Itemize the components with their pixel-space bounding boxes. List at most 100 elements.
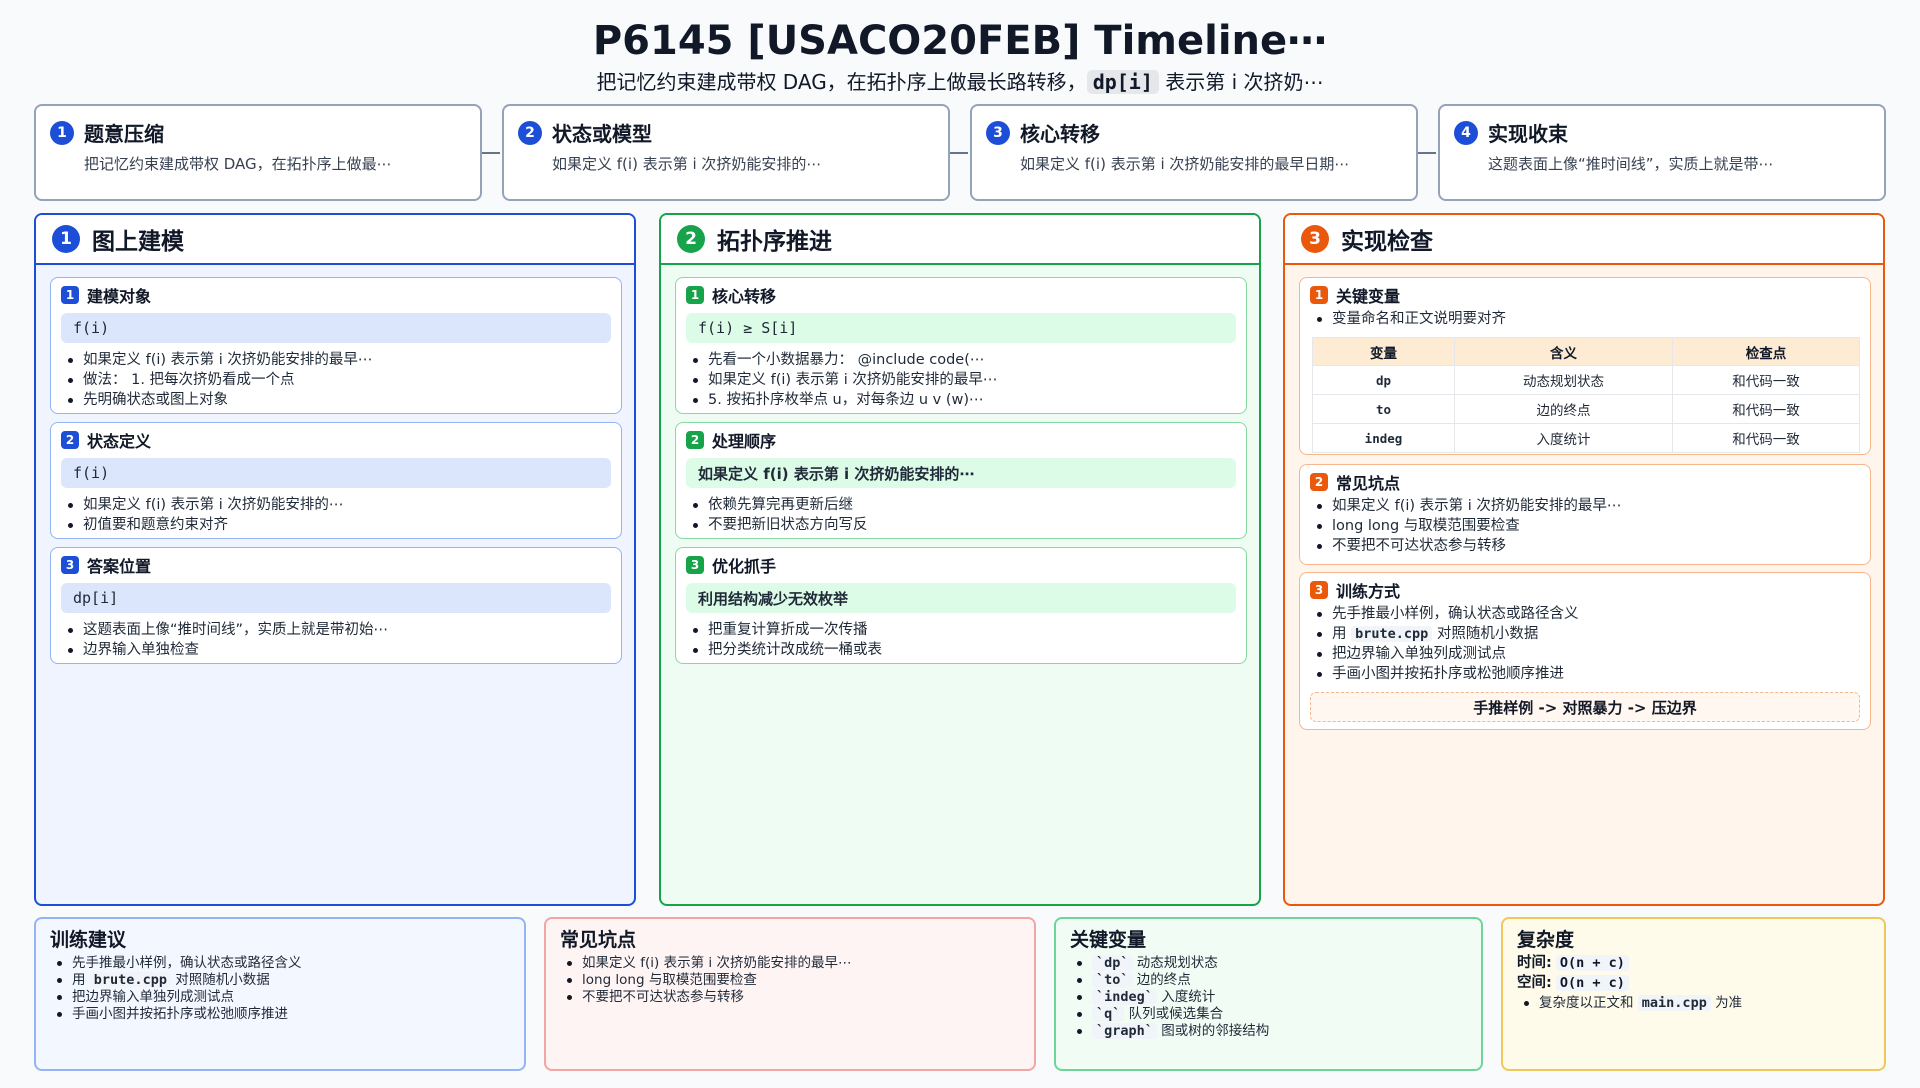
list-item: 用 brute.cpp 对照随机小数据	[1310, 624, 1860, 644]
list-item: 不要把不可达状态参与转移	[1310, 536, 1860, 556]
step-number-badge: 1	[50, 120, 74, 145]
card-number-badge: 3	[61, 556, 79, 574]
list-item: 用 brute.cpp 对照随机小数据	[50, 972, 510, 989]
bullet-list: 先手推最小样例，确认状态或路径含义 用 brute.cpp 对照随机小数据 把边…	[50, 955, 510, 1023]
list-item: 不要把不可达状态参与转移	[560, 989, 1020, 1006]
list-item: 这题表面上像“推时间线”，实质上就是带初始⋯	[61, 620, 611, 640]
list-item: `indeg` 入度统计	[1070, 989, 1467, 1006]
table-cell: 边的终点	[1454, 394, 1673, 424]
column-implementation-check: 3 实现检查 1 关键变量 变量命名和正文说明要对齐 变量 含义 检查点 dp …	[1283, 213, 1885, 906]
table-cell: 和代码一致	[1672, 423, 1860, 453]
list-item: 变量命名和正文说明要对齐	[1310, 309, 1860, 329]
table-row: dp 动态规划状态 和代码一致	[1312, 365, 1860, 395]
step-title: 实现收束	[1488, 122, 1568, 146]
list-item: 先看一个小数据暴力： @include code(⋯	[686, 350, 1236, 370]
panel-key-variables: 关键变量 `dp` 动态规划状态 `to` 边的终点 `indeg` 入度统计 …	[1054, 917, 1483, 1071]
list-item: 如果定义 f(i) 表示第 i 次挤奶能安排的最早⋯	[560, 955, 1020, 972]
card-number-badge: 2	[61, 431, 79, 449]
card-title: 训练方式	[1336, 582, 1401, 601]
column-graph-modeling: 1 图上建模 1 建模对象 f(i) 如果定义 f(i) 表示第 i 次挤奶能安…	[34, 213, 636, 906]
step-number-badge: 4	[1454, 120, 1478, 145]
card-title: 答案位置	[87, 557, 152, 576]
list-item: long long 与取模范围要检查	[560, 972, 1020, 989]
bullet-list: `dp` 动态规划状态 `to` 边的终点 `indeg` 入度统计 `q` 队…	[1070, 955, 1467, 1040]
inline-code: `to`	[1092, 972, 1133, 988]
column-header: 2 拓扑序推进	[661, 215, 1259, 265]
inline-code: `dp`	[1092, 955, 1133, 971]
card-number-badge: 1	[1310, 286, 1328, 304]
list-item: 初值要和题意约束对齐	[61, 515, 611, 535]
column-title: 图上建模	[92, 229, 184, 255]
page-title: P6145 [USACO20FEB] Timeline⋯	[592, 18, 1328, 64]
panel-title: 复杂度	[1517, 929, 1575, 951]
card-title: 核心转移	[712, 287, 777, 306]
card-title: 常见坑点	[1336, 474, 1401, 493]
table-row: indeg 入度统计 和代码一致	[1312, 423, 1860, 453]
list-item: 先手推最小样例，确认状态或路径含义	[1310, 604, 1860, 624]
step-connector	[1416, 152, 1436, 154]
panel-title: 常见坑点	[560, 929, 637, 951]
step-card-1: 1 题意压缩 把记忆约束建成带权 DAG，在拓扑序上做最⋯	[34, 104, 482, 201]
card-optimization-handle: 3 优化抓手 利用结构减少无效枚举 把重复计算折成一次传播 把分类统计改成统一桶…	[675, 547, 1247, 664]
step-text: 如果定义 f(i) 表示第 i 次挤奶能安排的最早日期⋯	[1020, 155, 1350, 173]
bullet-list: 如果定义 f(i) 表示第 i 次挤奶能安排的⋯ 初值要和题意约束对齐	[61, 495, 611, 535]
panel-common-pitfalls: 常见坑点 如果定义 f(i) 表示第 i 次挤奶能安排的最早⋯ long lon…	[544, 917, 1036, 1071]
time-complexity: 时间: O(n + c)	[1517, 953, 1870, 973]
step-text: 这题表面上像“推时间线”，实质上就是带⋯	[1488, 155, 1774, 173]
step-number-badge: 2	[518, 120, 542, 145]
list-item: 如果定义 f(i) 表示第 i 次挤奶能安排的最早⋯	[61, 350, 611, 370]
panel-title: 训练建议	[50, 929, 127, 951]
card-core-transition: 1 核心转移 f(i) ≥ S[i] 先看一个小数据暴力： @include c…	[675, 277, 1247, 414]
table-cell: 和代码一致	[1672, 365, 1860, 395]
list-item: 把重复计算折成一次传播	[686, 620, 1236, 640]
step-connector	[480, 152, 500, 154]
table-header-cell: 含义	[1454, 337, 1673, 366]
bullet-list: 把重复计算折成一次传播 把分类统计改成统一桶或表	[686, 620, 1236, 660]
highlight-bar: 如果定义 f(i) 表示第 i 次挤奶能安排的⋯	[686, 458, 1236, 488]
list-item: 边界输入单独检查	[61, 640, 611, 660]
list-item: 如果定义 f(i) 表示第 i 次挤奶能安排的⋯	[61, 495, 611, 515]
card-number-badge: 3	[1310, 581, 1328, 599]
table-row: to 边的终点 和代码一致	[1312, 394, 1860, 424]
inline-code: main.cpp	[1637, 995, 1711, 1011]
list-item: 把分类统计改成统一桶或表	[686, 640, 1236, 660]
bullet-list: 先看一个小数据暴力： @include code(⋯ 如果定义 f(i) 表示第…	[686, 350, 1236, 410]
bullet-list: 复杂度以正文和 main.cpp 为准	[1517, 995, 1870, 1012]
step-card-4: 4 实现收束 这题表面上像“推时间线”，实质上就是带⋯	[1438, 104, 1886, 201]
list-item: 如果定义 f(i) 表示第 i 次挤奶能安排的最早⋯	[1310, 496, 1860, 516]
table-cell: dp	[1312, 365, 1455, 395]
card-number-badge: 2	[686, 431, 704, 449]
list-item: long long 与取模范围要检查	[1310, 516, 1860, 536]
card-title: 优化抓手	[712, 557, 777, 576]
bullet-list: 变量命名和正文说明要对齐	[1310, 309, 1860, 329]
list-item: 5. 按拓扑序枚举点 u，对每条边 u v (w)⋯	[686, 390, 1236, 410]
list-item: 不要把新旧状态方向写反	[686, 515, 1236, 535]
variables-table: 变量 含义 检查点 dp 动态规划状态 和代码一致 to 边的终点 和代码一致 …	[1312, 337, 1860, 453]
table-cell: 动态规划状态	[1454, 365, 1673, 395]
bullet-list: 这题表面上像“推时间线”，实质上就是带初始⋯ 边界输入单独检查	[61, 620, 611, 660]
column-number-badge: 1	[52, 225, 80, 253]
column-header: 1 图上建模	[36, 215, 634, 265]
list-item: 先明确状态或图上对象	[61, 390, 611, 410]
bullet-list: 如果定义 f(i) 表示第 i 次挤奶能安排的最早⋯ long long 与取模…	[1310, 496, 1860, 556]
list-item: 把边界输入单独列成测试点	[1310, 644, 1860, 664]
list-item: 如果定义 f(i) 表示第 i 次挤奶能安排的最早⋯	[686, 370, 1236, 390]
column-header: 3 实现检查	[1285, 215, 1883, 265]
table-cell: to	[1312, 394, 1455, 424]
column-title: 实现检查	[1341, 229, 1433, 255]
code-bar: f(i)	[61, 458, 611, 488]
list-item: 把边界输入单独列成测试点	[50, 989, 510, 1006]
panel-training-advice: 训练建议 先手推最小样例，确认状态或路径含义 用 brute.cpp 对照随机小…	[34, 917, 526, 1071]
step-text: 把记忆约束建成带权 DAG，在拓扑序上做最⋯	[84, 155, 392, 173]
panel-title: 关键变量	[1070, 929, 1147, 951]
step-number-badge: 3	[986, 120, 1010, 145]
list-item: `graph` 图或树的邻接结构	[1070, 1023, 1467, 1040]
bullet-list: 如果定义 f(i) 表示第 i 次挤奶能安排的最早⋯ long long 与取模…	[560, 955, 1020, 1006]
card-training-method: 3 训练方式 先手推最小样例，确认状态或路径含义 用 brute.cpp 对照随…	[1299, 572, 1871, 730]
column-number-badge: 2	[677, 225, 705, 253]
card-modeling-object: 1 建模对象 f(i) 如果定义 f(i) 表示第 i 次挤奶能安排的最早⋯ 做…	[50, 277, 622, 414]
card-answer-position: 3 答案位置 dp[i] 这题表面上像“推时间线”，实质上就是带初始⋯ 边界输入…	[50, 547, 622, 664]
workflow-box: 手推样例 -> 对照暴力 -> 压边界	[1310, 692, 1860, 722]
table-cell: 入度统计	[1454, 423, 1673, 453]
inline-code: O(n + c)	[1555, 975, 1629, 991]
